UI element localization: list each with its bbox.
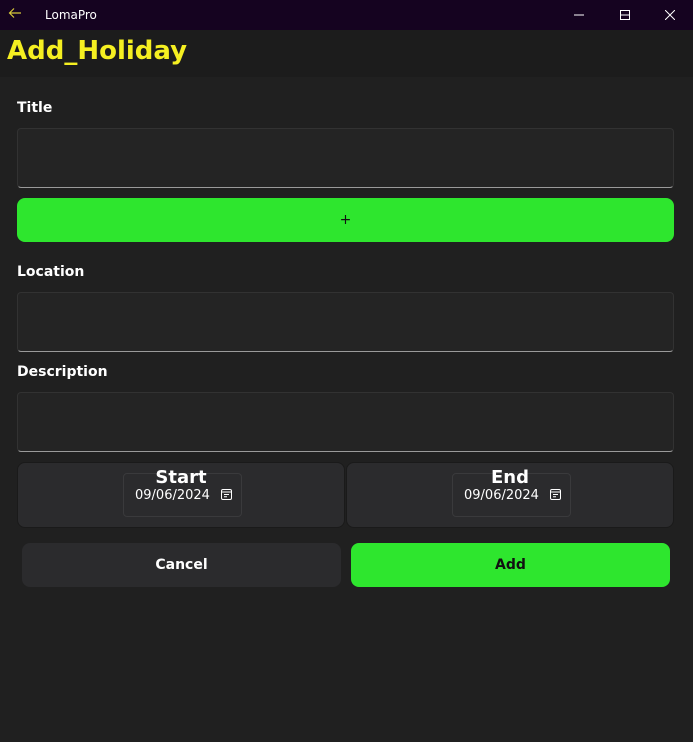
close-button[interactable] [647, 0, 693, 30]
end-date-value: 09/06/2024 [464, 488, 539, 503]
cancel-button-label: Cancel [155, 557, 208, 573]
maximize-icon [620, 10, 630, 20]
start-label: Start [155, 467, 207, 488]
close-icon [665, 10, 675, 20]
description-label: Description [17, 364, 108, 380]
minimize-button-area[interactable] [556, 0, 602, 30]
end-date-card: 09/06/2024 End [346, 462, 674, 528]
minimize-icon [574, 14, 584, 16]
start-date-card: 09/06/2024 Start [17, 462, 345, 528]
page-title: Add_Holiday [7, 36, 188, 66]
arrow-left-icon[interactable] [8, 6, 24, 22]
end-label: End [491, 467, 529, 488]
title-label: Title [17, 100, 53, 116]
title-input[interactable] [17, 128, 674, 188]
start-date-value: 09/06/2024 [135, 488, 210, 503]
app-title: LomaPro [45, 8, 97, 22]
calendar-icon [550, 489, 561, 500]
plus-label: + [339, 212, 352, 228]
page-header: Add_Holiday [0, 30, 693, 77]
add-button[interactable]: Add [351, 543, 670, 587]
cancel-button[interactable]: Cancel [22, 543, 341, 587]
add-button-label: Add [495, 557, 526, 573]
add-image-button[interactable]: + [17, 198, 674, 242]
description-input[interactable] [17, 392, 674, 452]
location-input[interactable] [17, 292, 674, 352]
calendar-icon [221, 489, 232, 500]
window-titlebar: LomaPro [0, 0, 693, 30]
location-label: Location [17, 264, 85, 280]
maximize-button[interactable] [602, 0, 648, 30]
